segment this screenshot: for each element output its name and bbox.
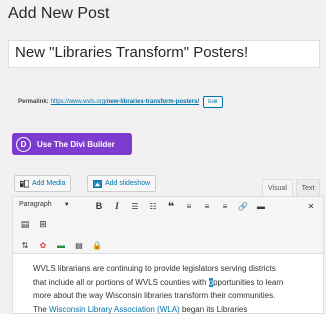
permalink-url-base[interactable]: https://www.wvls.org/ bbox=[51, 99, 107, 105]
add-slideshow-label: Add slideshow bbox=[105, 180, 151, 187]
align-left-icon[interactable]: ≡ bbox=[183, 200, 195, 212]
editor-line-1: WVLS librarians are continuing to provid… bbox=[33, 264, 276, 273]
slideshow-icon bbox=[93, 179, 102, 188]
page-title: Add New Post bbox=[8, 5, 110, 22]
editor-content-area[interactable]: WVLS librarians are continuing to provid… bbox=[12, 254, 324, 314]
editor-line-2b: pportunities to learn bbox=[213, 277, 284, 287]
editor-line-4b: began its Libraries bbox=[179, 304, 248, 314]
numbered-list-icon[interactable]: ☷ bbox=[147, 200, 159, 212]
blockquote-icon[interactable]: ❝ bbox=[165, 200, 177, 213]
permalink-url[interactable]: https://www.wvls.org/new-libraries-trans… bbox=[51, 99, 199, 105]
format-select-value: Paragraph bbox=[19, 201, 52, 208]
align-center-icon[interactable]: ≡ bbox=[201, 200, 213, 212]
permalink-url-slug[interactable]: new-libraries-transform-posters/ bbox=[107, 99, 199, 105]
tab-visual[interactable]: Visual bbox=[262, 179, 293, 196]
post-title-input[interactable]: New "Libraries Transform" Posters! bbox=[8, 40, 320, 68]
permalink-edit-button[interactable]: Edit bbox=[203, 96, 223, 108]
use-divi-builder-button[interactable]: D Use The Divi Builder bbox=[12, 133, 132, 155]
media-icon bbox=[20, 179, 29, 188]
add-slideshow-button[interactable]: Add slideshow bbox=[87, 175, 157, 192]
add-media-label: Add Media bbox=[32, 180, 66, 187]
editor-line-2: that include all or portions of WVLS cou… bbox=[33, 276, 313, 290]
divider-icon[interactable]: ▬ bbox=[55, 239, 67, 251]
editor-toolbar-row-3: ⇅ ✿ ▬ ▤ 🔒 bbox=[12, 236, 324, 254]
grid-icon[interactable]: ⊞ bbox=[37, 218, 49, 230]
wla-link[interactable]: Wisconsin Library Association (WLA) bbox=[49, 305, 180, 314]
toolbar-toggle-icon[interactable]: ▤ bbox=[19, 218, 31, 230]
read-more-icon[interactable]: ▬ bbox=[255, 200, 267, 212]
color-icon[interactable]: ✿ bbox=[37, 239, 49, 251]
tab-text[interactable]: Text bbox=[296, 179, 320, 196]
editor-line-4: The Wisconsin Library Association (WLA) … bbox=[33, 303, 313, 314]
permalink-row: Permalink: https://www.wvls.org/new-libr… bbox=[18, 96, 223, 108]
table-icon[interactable]: ▤ bbox=[73, 239, 85, 251]
format-select[interactable]: Paragraph ▼ bbox=[19, 201, 70, 208]
editor-line-4a: The bbox=[33, 304, 50, 314]
editor-line-3: more about the way Wisconsin libraries t… bbox=[33, 291, 276, 300]
chevron-down-icon: ▼ bbox=[63, 201, 70, 208]
fullscreen-icon[interactable]: ✕ bbox=[305, 200, 317, 212]
add-media-button[interactable]: Add Media bbox=[14, 175, 72, 192]
align-right-icon[interactable]: ≡ bbox=[219, 200, 231, 212]
divi-button-label: Use The Divi Builder bbox=[37, 139, 115, 149]
permalink-label: Permalink: bbox=[18, 99, 49, 105]
lock-icon[interactable]: 🔒 bbox=[91, 239, 103, 251]
translate-icon[interactable]: ⇅ bbox=[19, 239, 31, 251]
link-icon[interactable]: 🔗 bbox=[237, 200, 249, 212]
editor-text: WVLS librarians are continuing to provid… bbox=[33, 262, 313, 314]
divi-logo-icon: D bbox=[16, 136, 31, 152]
bulleted-list-icon[interactable]: ☰ bbox=[129, 200, 141, 212]
italic-icon[interactable]: I bbox=[111, 200, 123, 212]
editor-line-2a: that include all or portions of WVLS cou… bbox=[33, 277, 209, 287]
editor-toolbar: Paragraph ▼ B I ☰ ☷ ❝ ≡ ≡ ≡ 🔗 ▬ ✕ ▤ ⊞ bbox=[12, 196, 324, 236]
bold-icon[interactable]: B bbox=[93, 200, 105, 212]
